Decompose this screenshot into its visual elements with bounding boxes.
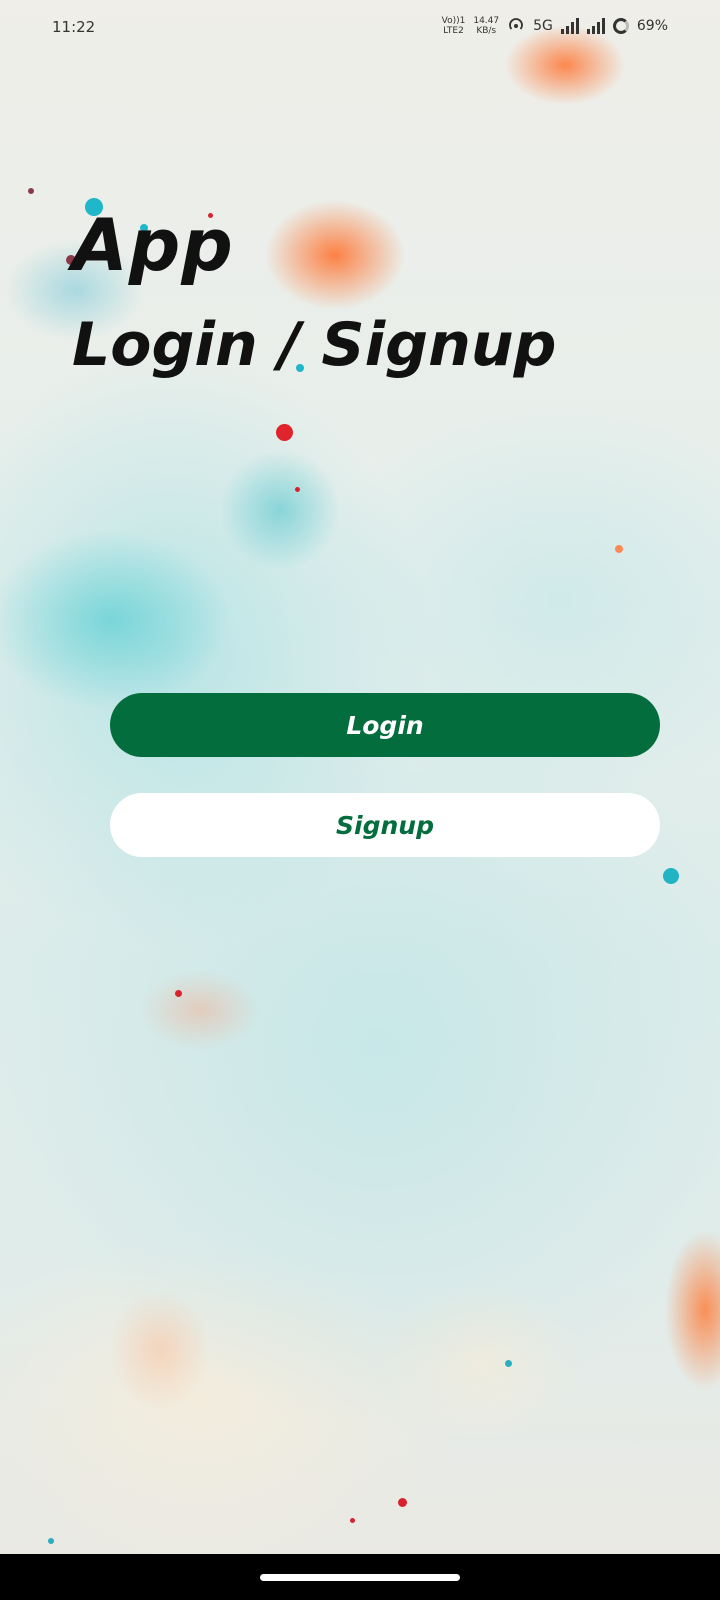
paint-drop [28,188,34,194]
page-title: App Login / Signup [72,195,556,385]
signal-icon [586,18,605,34]
status-time: 11:22 [52,18,96,36]
paint-drop [615,545,623,553]
navigation-bar [0,1554,720,1600]
network-speed: 14.47 KB/s [473,16,499,36]
status-bar: 11:22 Vo))1 LTE2 14.47 KB/s 5G 69% [0,0,720,60]
paint-drop [398,1498,407,1507]
paint-drop [295,487,300,492]
login-signup-title: Login / Signup [72,310,557,380]
signup-button[interactable]: Signup [110,793,660,857]
signal-icon [560,18,579,34]
speed-unit: KB/s [476,26,497,36]
paint-drop [350,1518,355,1523]
volte-top: Vo))1 [441,16,466,26]
hotspot-icon [507,16,525,36]
paint-drop [505,1360,512,1367]
paint-drop [276,424,293,441]
login-button[interactable]: Login [110,693,660,757]
login-button-label: Login [346,710,424,740]
volte-indicator: Vo))1 LTE2 [442,16,466,36]
speed-value: 14.47 [473,16,500,26]
network-type: 5G [533,18,553,34]
paint-drop [663,868,679,884]
app-title: App [72,203,234,287]
signup-button-label: Signup [336,810,434,840]
volte-bottom: LTE2 [443,26,464,36]
status-icons: Vo))1 LTE2 14.47 KB/s 5G 69% [442,16,668,36]
battery-ring-icon [612,18,629,34]
home-gesture-handle[interactable] [260,1574,460,1581]
paint-drop [48,1538,54,1544]
battery-percent: 69% [636,18,668,34]
paint-drop [175,990,182,997]
